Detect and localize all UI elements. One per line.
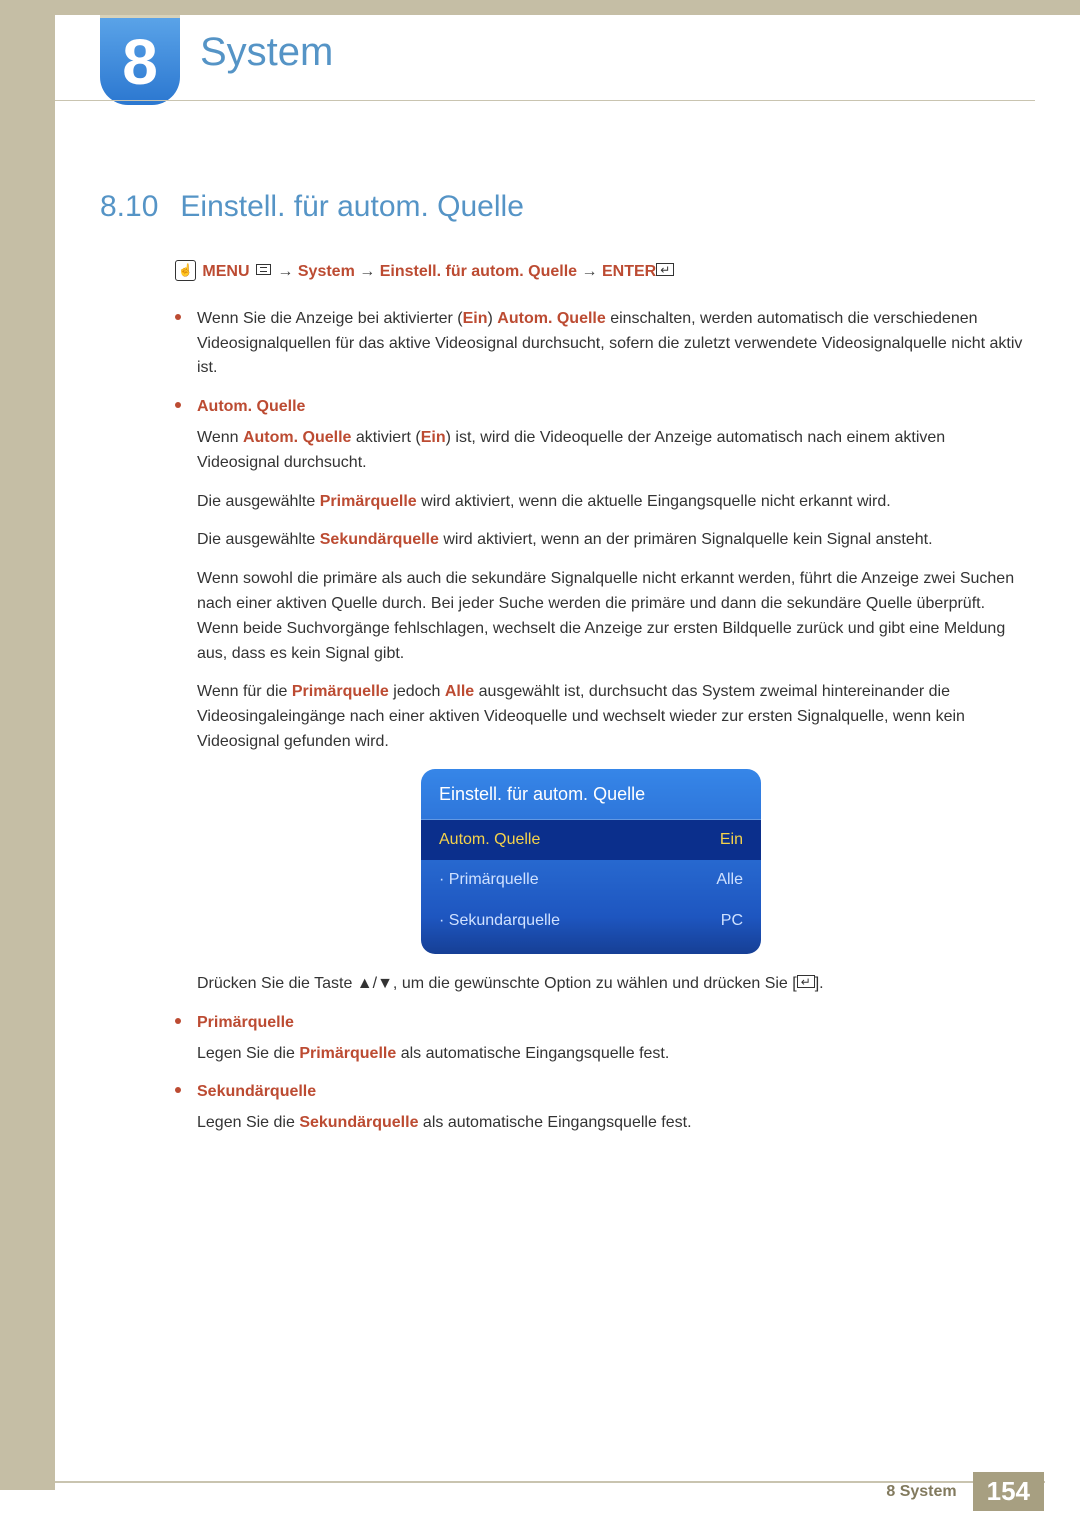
paragraph: Die ausgewählte Sekundärquelle wird akti… — [197, 528, 1025, 553]
chapter-title: System — [200, 30, 333, 75]
text: Legen Sie die — [197, 1114, 299, 1131]
paragraph: Legen Sie die Primärquelle als automatis… — [197, 1042, 1025, 1067]
page-number: 154 — [973, 1472, 1044, 1511]
osd-row-value: Ein — [720, 828, 743, 853]
text: Legen Sie die — [197, 1045, 299, 1062]
enter-icon — [656, 263, 674, 276]
menu-label: MENU — [202, 263, 249, 280]
text: , um die gewünschte Option zu wählen und… — [393, 975, 797, 992]
highlight-autom-quelle: Autom. Quelle — [497, 310, 605, 327]
text: wird aktiviert, wenn die aktuelle Eingan… — [417, 493, 891, 510]
sekundaerquelle-bullet: Sekundärquelle Legen Sie die Sekundärque… — [175, 1080, 1025, 1136]
paragraph: Wenn für die Primärquelle jedoch Alle au… — [197, 680, 1025, 754]
intro-bullet: Wenn Sie die Anzeige bei aktivierter (Ei… — [175, 307, 1025, 381]
text: Die ausgewählte — [197, 493, 320, 510]
osd-panel: Einstell. für autom. Quelle Autom. Quell… — [421, 769, 761, 954]
arrow-icon: → — [277, 263, 293, 280]
path-system: System — [298, 263, 355, 280]
primaerquelle-bullet: Primärquelle Legen Sie die Primärquelle … — [175, 1011, 1025, 1067]
paragraph: Die ausgewählte Primärquelle wird aktivi… — [197, 490, 1025, 515]
highlight: Primärquelle — [299, 1045, 396, 1062]
subhead-autom-quelle: Autom. Quelle — [197, 395, 1025, 420]
text: Drücken Sie die Taste — [197, 975, 357, 992]
text: als automatische Eingangsquelle fest. — [418, 1114, 691, 1131]
text: wird aktiviert, wenn an der primären Sig… — [439, 531, 933, 548]
arrow-icon: → — [582, 263, 598, 280]
osd-row-label: · Sekundarquelle — [439, 909, 560, 934]
highlight: Primärquelle — [320, 493, 417, 510]
osd-row-value: Alle — [716, 868, 743, 893]
highlight: Primärquelle — [292, 683, 389, 700]
path-einstell: Einstell. für autom. Quelle — [380, 263, 577, 280]
osd-row-label: · Primärquelle — [439, 868, 539, 893]
instruction-text: Drücken Sie die Taste ▲/▼, um die gewüns… — [197, 972, 1025, 997]
text: jedoch — [389, 683, 445, 700]
updown-icon: ▲/▼ — [357, 975, 393, 992]
text: ) — [488, 310, 498, 327]
paragraph: Legen Sie die Sekundärquelle als automat… — [197, 1111, 1025, 1136]
osd-row-sekundarquelle: · Sekundarquelle PC — [421, 901, 761, 942]
paragraph: Wenn sowohl die primäre als auch die sek… — [197, 567, 1025, 666]
paragraph: Wenn Autom. Quelle aktiviert (Ein) ist, … — [197, 426, 1025, 476]
text: Wenn für die — [197, 683, 292, 700]
osd-row-label: Autom. Quelle — [439, 828, 540, 853]
menu-path: ☝ MENU → System → Einstell. für autom. Q… — [175, 260, 1025, 285]
text: als automatische Eingangsquelle fest. — [396, 1045, 669, 1062]
highlight: Ein — [421, 429, 446, 446]
text: Wenn Sie die Anzeige bei aktivierter ( — [197, 310, 463, 327]
top-stripe — [0, 0, 1080, 15]
osd-row-primaerquelle: · Primärquelle Alle — [421, 860, 761, 901]
osd-row-value: PC — [721, 909, 743, 934]
highlight: Autom. Quelle — [243, 429, 351, 446]
header-divider — [55, 100, 1035, 101]
content-body: ☝ MENU → System → Einstell. für autom. Q… — [175, 260, 1025, 1150]
osd-title: Einstell. für autom. Quelle — [421, 769, 761, 820]
subhead-primaerquelle: Primärquelle — [197, 1011, 1025, 1036]
text: Wenn — [197, 429, 243, 446]
remote-icon: ☝ — [175, 260, 196, 281]
highlight-ein: Ein — [463, 310, 488, 327]
text: Die ausgewählte — [197, 531, 320, 548]
section-number: 8.10 — [100, 190, 158, 223]
osd-row-autom-quelle: Autom. Quelle Ein — [421, 820, 761, 861]
autom-quelle-bullet: Autom. Quelle Wenn Autom. Quelle aktivie… — [175, 395, 1025, 997]
page-footer: 8 System 154 — [886, 1472, 1044, 1511]
menu-icon — [256, 264, 271, 275]
text: aktiviert ( — [351, 429, 420, 446]
section-heading: 8.10 Einstell. für autom. Quelle — [100, 190, 524, 224]
highlight: Alle — [445, 683, 474, 700]
highlight: Sekundärquelle — [299, 1114, 418, 1131]
highlight: Sekundärquelle — [320, 531, 439, 548]
footer-chapter: 8 System — [886, 1483, 956, 1501]
section-title: Einstell. für autom. Quelle — [180, 190, 524, 223]
left-stripe — [0, 0, 55, 1490]
enter-label: ENTER — [602, 263, 656, 280]
chapter-tab: 8 — [100, 15, 180, 105]
subhead-sekundaerquelle: Sekundärquelle — [197, 1080, 1025, 1105]
arrow-icon: → — [359, 263, 375, 280]
text: ]. — [815, 975, 824, 992]
enter-icon — [797, 975, 815, 988]
